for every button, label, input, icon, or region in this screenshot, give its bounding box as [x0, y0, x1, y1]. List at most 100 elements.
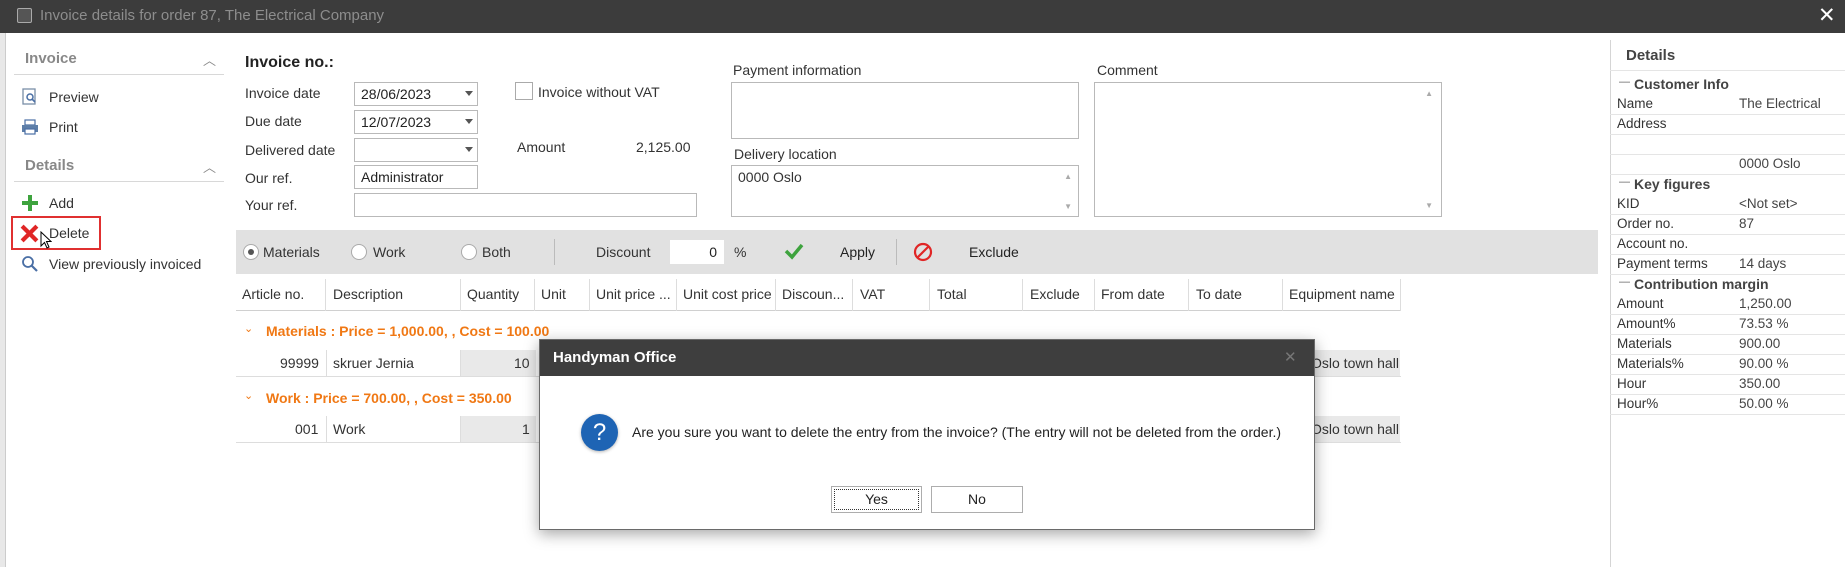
scroll-up-icon[interactable]: ▲ [1064, 172, 1072, 181]
group-row-work[interactable]: Work : Price = 700.00, , Cost = 350.00 [266, 390, 512, 406]
panel-divider [1610, 234, 1845, 235]
invoice-number-heading: Invoice no.: [245, 54, 334, 71]
payment-terms-value: 14 days [1739, 256, 1787, 271]
collapse-icon[interactable]: — [1619, 76, 1630, 88]
order-no-label: Order no. [1617, 216, 1675, 231]
cell-quantity: 1 [522, 421, 530, 437]
col-separator [325, 279, 326, 311]
both-radio-label[interactable]: Both [482, 244, 511, 260]
window-close-button[interactable]: ✕ [1818, 3, 1836, 28]
work-radio[interactable] [351, 244, 367, 260]
panel-divider [1610, 254, 1845, 255]
confirm-delete-dialog: Handyman Office ✕ ? Are you sure you wan… [539, 339, 1315, 530]
cell-description: skruer Jernia [333, 355, 414, 371]
delivery-location-textarea[interactable]: 0000 Oslo ▲ ▼ [731, 165, 1079, 217]
cm-amount-value: 1,250.00 [1739, 296, 1792, 311]
window-app-icon [17, 8, 32, 23]
materials-radio-label[interactable]: Materials [263, 244, 320, 260]
invoice-date-field[interactable]: 28/06/2023 [354, 82, 478, 106]
col-header-unit-price[interactable]: Unit price ... [596, 286, 671, 302]
col-header-equipment-name[interactable]: Equipment name [1289, 286, 1395, 302]
work-radio-label[interactable]: Work [373, 244, 405, 260]
collapse-icon[interactable]: — [1619, 176, 1630, 188]
invoice-date-value: 28/06/2023 [361, 86, 432, 102]
col-header-unit[interactable]: Unit [541, 286, 566, 302]
your-ref-label: Your ref. [245, 197, 298, 213]
scroll-down-icon[interactable]: ▼ [1064, 202, 1072, 211]
mouse-cursor-icon [40, 230, 53, 252]
nav-item-delete[interactable]: Delete [49, 225, 89, 241]
chevron-up-icon[interactable]: ︿ [203, 157, 216, 176]
chevron-down-icon[interactable] [465, 91, 473, 96]
col-header-discount[interactable]: Discoun... [782, 286, 844, 302]
col-header-article[interactable]: Article no. [242, 286, 304, 302]
chevron-down-icon[interactable]: ⌄ [244, 389, 253, 402]
collapse-icon[interactable]: — [1619, 276, 1630, 288]
col-header-exclude[interactable]: Exclude [1030, 286, 1080, 302]
dialog-title: Handyman Office [553, 349, 677, 366]
payment-info-textarea[interactable] [731, 82, 1079, 139]
exclude-button[interactable]: Exclude [969, 244, 1019, 260]
due-date-value: 12/07/2023 [361, 114, 432, 130]
yes-button[interactable]: Yes [831, 486, 922, 513]
address-label: Address [1617, 116, 1667, 131]
our-ref-field[interactable]: Administrator [354, 165, 478, 189]
chevron-up-icon[interactable]: ︿ [203, 50, 216, 69]
nav-group-invoice[interactable]: Invoice [25, 50, 77, 67]
scroll-up-icon[interactable]: ▲ [1425, 89, 1433, 98]
cm-amount-pct-label: Amount% [1617, 316, 1676, 331]
no-button[interactable]: No [931, 486, 1023, 513]
both-radio[interactable] [461, 244, 477, 260]
group-row-materials[interactable]: Materials : Price = 1,000.00, , Cost = 1… [266, 323, 549, 339]
your-ref-field[interactable] [354, 193, 697, 217]
col-separator [929, 279, 930, 311]
cell-equipment: Oslo town hall [1311, 421, 1399, 437]
prohibited-icon[interactable] [913, 242, 933, 265]
nav-item-view-previously-invoiced[interactable]: View previously invoiced [49, 256, 201, 272]
materials-radio[interactable] [243, 244, 259, 260]
delivered-date-label: Delivered date [245, 142, 336, 158]
comment-textarea[interactable]: ▲ ▼ [1094, 82, 1442, 217]
cm-materials-value: 900.00 [1739, 336, 1781, 351]
nav-item-preview[interactable]: Preview [49, 89, 99, 105]
without-vat-checkbox[interactable] [515, 82, 533, 100]
scroll-down-icon[interactable]: ▼ [1425, 201, 1433, 210]
cm-materials-pct-label: Materials% [1617, 356, 1684, 371]
panel-divider [1610, 274, 1845, 275]
col-header-vat[interactable]: VAT [860, 286, 885, 302]
col-header-total[interactable]: Total [937, 286, 967, 302]
name-label: Name [1617, 96, 1654, 111]
filter-toolbar: Materials Work Both Discount 0 % Apply E… [236, 230, 1598, 274]
panel-divider [1610, 134, 1845, 135]
panel-divider [1610, 394, 1845, 395]
nav-group-details[interactable]: Details [25, 157, 74, 174]
section-customer-info[interactable]: Customer Info [1634, 76, 1729, 92]
delivery-location-label: Delivery location [734, 146, 837, 162]
dialog-message: Are you sure you want to delete the entr… [632, 424, 1282, 440]
chevron-down-icon[interactable] [465, 119, 473, 124]
col-header-to-date[interactable]: To date [1196, 286, 1242, 302]
panel-divider [1610, 354, 1845, 355]
col-header-unit-cost-price[interactable]: Unit cost price [683, 286, 772, 302]
nav-item-print[interactable]: Print [49, 119, 78, 135]
panel-divider [1610, 214, 1845, 215]
nav-item-add[interactable]: Add [49, 195, 74, 211]
discount-input[interactable]: 0 [670, 240, 724, 264]
section-contribution-margin[interactable]: Contribution margin [1634, 276, 1769, 292]
col-header-from-date[interactable]: From date [1101, 286, 1165, 302]
delivered-date-field[interactable] [354, 138, 478, 162]
payment-info-label: Payment information [733, 62, 862, 78]
chevron-down-icon[interactable] [465, 147, 473, 152]
col-header-quantity[interactable]: Quantity [467, 286, 519, 302]
invoice-date-label: Invoice date [245, 85, 321, 101]
col-separator [1094, 279, 1095, 311]
cm-amount-pct-value: 73.53 % [1739, 316, 1789, 331]
dialog-close-button[interactable]: ✕ [1284, 348, 1297, 366]
checkmark-icon[interactable] [784, 242, 804, 263]
col-header-description[interactable]: Description [333, 286, 403, 302]
due-date-field[interactable]: 12/07/2023 [354, 110, 478, 134]
section-key-figures[interactable]: Key figures [1634, 176, 1710, 192]
apply-button[interactable]: Apply [840, 244, 875, 260]
chevron-down-icon[interactable]: ⌄ [244, 322, 253, 335]
question-icon: ? [581, 414, 618, 451]
